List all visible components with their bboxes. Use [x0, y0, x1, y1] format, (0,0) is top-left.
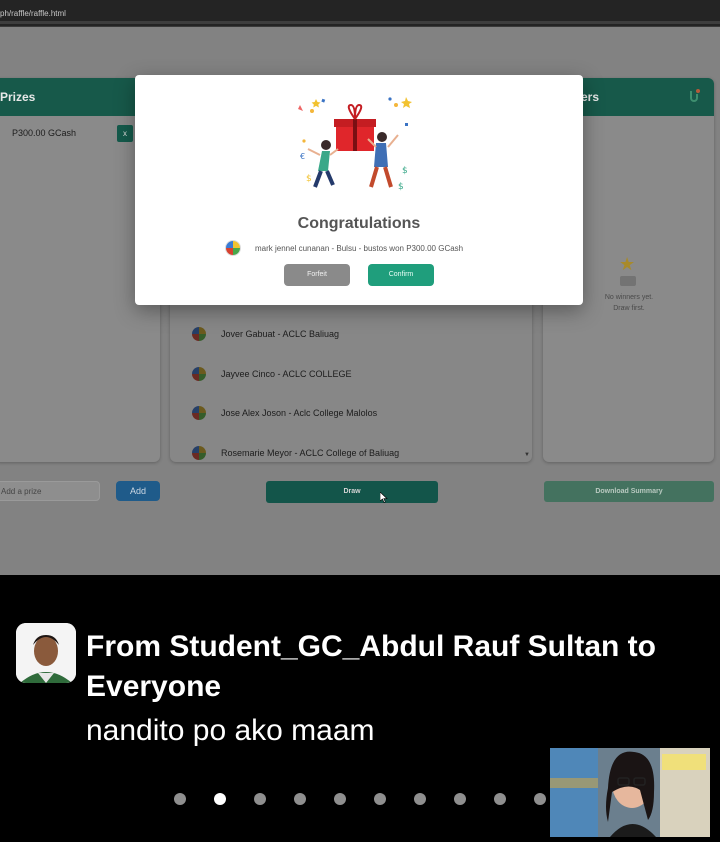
participant-name: Jayvee Cinco - ACLC COLLEGE: [221, 369, 352, 379]
remove-prize-button[interactable]: x: [117, 125, 133, 142]
no-winners-line2: Draw first.: [613, 305, 645, 312]
participants-list[interactable]: Jover Gabuat - ACLC Baliuag Jayvee Cinco…: [170, 300, 532, 462]
url-text[interactable]: ph/raffle/raffle.html: [0, 9, 66, 18]
trophy-icon: [620, 276, 636, 286]
add-prize-button[interactable]: Add: [116, 481, 160, 501]
winners-title: ers: [581, 90, 600, 104]
reset-icon[interactable]: [688, 88, 702, 102]
page-dot[interactable]: [374, 793, 386, 805]
browser-window: ph/raffle/raffle.html Prizes P300.00 GCa…: [0, 0, 720, 575]
confirm-button[interactable]: Confirm: [368, 264, 434, 286]
page-dot[interactable]: [294, 793, 306, 805]
no-winners-text: No winners yet. Draw first.: [587, 292, 671, 314]
prizes-title: Prizes: [0, 90, 36, 104]
tab-strip-divider: [0, 21, 720, 24]
page-dot[interactable]: [254, 793, 266, 805]
page-dot-active[interactable]: [214, 793, 226, 805]
star-icon: ★: [619, 254, 636, 274]
page-dot[interactable]: [414, 793, 426, 805]
svg-text:$: $: [306, 174, 312, 184]
svg-text:€: €: [300, 152, 305, 161]
school-logo-icon: [192, 327, 206, 341]
chat-message: nandito po ako maam: [86, 714, 375, 747]
avatar: [16, 623, 76, 683]
page-dot[interactable]: [334, 793, 346, 805]
chat-sender: From Student_GC_Abdul Rauf Sultan to Eve…: [86, 630, 656, 703]
forfeit-button[interactable]: Forfeit: [284, 264, 350, 286]
participant-name: Jose Alex Joson - Aclc College Malolos: [221, 408, 378, 418]
school-logo-icon: [192, 367, 206, 381]
download-summary-button[interactable]: Download Summary: [544, 481, 714, 502]
school-logo-icon: [225, 240, 241, 256]
school-logo-icon: [192, 406, 206, 420]
address-bar[interactable]: ph/raffle/raffle.html: [0, 0, 720, 27]
school-logo-icon: [192, 446, 206, 460]
winner-message-text: mark jennel cunanan - Bulsu - bustos won…: [255, 244, 464, 253]
participant-name: Rosemarie Meyor - ACLC College of Baliua…: [221, 448, 400, 458]
modal-title: Congratulations: [297, 215, 421, 232]
chat-notification: From Student_GC_Abdul Rauf Sultan to Eve…: [0, 575, 720, 842]
draw-button[interactable]: Draw: [266, 481, 438, 503]
prize-item: P300.00 GCash: [12, 128, 77, 138]
video-thumbnail[interactable]: [550, 748, 710, 837]
svg-text:$: $: [398, 182, 404, 192]
mouse-cursor-icon: [379, 490, 388, 508]
add-prize-input[interactable]: Add a prize: [0, 481, 100, 501]
page-dot[interactable]: [494, 793, 506, 805]
celebration-illustration: $ $ $ €: [292, 93, 422, 205]
page-dot[interactable]: [534, 793, 546, 805]
congratulations-modal: $ $ $ € Congratulations mark jennel cuna…: [135, 75, 583, 305]
participant-name: Jover Gabuat - ACLC Baliuag: [221, 329, 340, 339]
scroll-down-arrow-icon[interactable]: ▼: [524, 452, 530, 458]
page-dot[interactable]: [454, 793, 466, 805]
no-winners-line1: No winners yet.: [604, 294, 654, 301]
page-dot[interactable]: [174, 793, 186, 805]
svg-text:$: $: [402, 166, 408, 176]
